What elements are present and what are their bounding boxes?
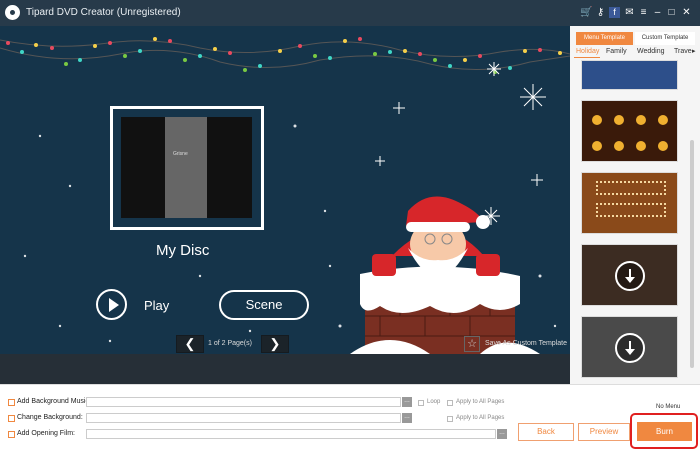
template-thumbnail[interactable]	[581, 60, 678, 90]
apply-all-bg-label: Apply to All Pages	[456, 415, 505, 421]
tab-menu-template[interactable]: Menu Template	[576, 32, 633, 45]
opening-film-field[interactable]	[86, 429, 496, 439]
download-icon	[615, 261, 645, 291]
apply-all-music-checkbox[interactable]	[447, 400, 453, 406]
back-button[interactable]: Back	[518, 423, 574, 441]
no-menu-label[interactable]: No Menu	[656, 404, 680, 410]
play-icon[interactable]	[96, 289, 127, 320]
minimize-icon[interactable]: –	[652, 7, 663, 18]
disc-title[interactable]: My Disc	[156, 242, 209, 259]
page-indicator: 1 of 2 Page(s)	[208, 340, 252, 347]
apply-all-music-label: Apply to All Pages	[456, 399, 505, 405]
menu-preview-canvas: Grisne My Disc Play Scene	[0, 26, 570, 354]
template-thumbnail[interactable]	[581, 100, 678, 162]
category-underline	[574, 57, 600, 58]
category-wedding[interactable]: Wedding	[637, 48, 665, 55]
download-icon	[615, 333, 645, 363]
loop-label: Loop	[427, 399, 441, 405]
app-title: Tipard DVD Creator (Unregistered)	[26, 7, 181, 18]
thumbnail-caption: Grisne	[173, 151, 188, 157]
bg-music-label: Add Background Music:	[17, 398, 91, 405]
change-bg-label: Change Background:	[17, 414, 83, 421]
prev-page-button[interactable]: ❮	[176, 335, 204, 353]
burn-button[interactable]: Burn	[637, 422, 692, 441]
menu-icon[interactable]: ≡	[638, 7, 649, 18]
browse-bg-button[interactable]: …	[402, 413, 412, 423]
santa-chimney-illustration	[350, 196, 540, 354]
disc-thumbnail-frame[interactable]: Grisne	[110, 106, 264, 230]
opening-film-checkbox[interactable]	[8, 431, 15, 438]
change-bg-checkbox[interactable]	[8, 415, 15, 422]
snowflake-icon	[375, 62, 546, 225]
thumbnail-video-frame	[165, 117, 207, 218]
maximize-icon[interactable]: □	[666, 7, 677, 18]
browse-music-button[interactable]: …	[402, 397, 412, 407]
chevron-right-icon[interactable]: ▸	[692, 47, 696, 55]
bg-music-field[interactable]	[86, 397, 401, 407]
app-logo-icon	[5, 5, 20, 20]
tab-custom-template[interactable]: Custom Template	[635, 32, 695, 45]
cart-icon[interactable]: 🛒	[580, 7, 592, 18]
template-scrollbar[interactable]	[690, 140, 694, 368]
main-area: Grisne My Disc Play Scene	[0, 26, 570, 384]
template-thumbnail[interactable]	[581, 172, 678, 234]
page-navigation	[0, 354, 570, 384]
loop-checkbox[interactable]	[418, 400, 424, 406]
category-travel[interactable]: Trave	[674, 48, 692, 55]
browse-film-button[interactable]: …	[497, 429, 507, 439]
title-bar: Tipard DVD Creator (Unregistered) 🛒 ⚷ f …	[0, 0, 700, 26]
facebook-icon[interactable]: f	[609, 7, 620, 18]
preview-button[interactable]: Preview	[578, 423, 630, 441]
bg-music-checkbox[interactable]	[8, 399, 15, 406]
scene-button[interactable]: Scene	[219, 290, 309, 320]
key-icon[interactable]: ⚷	[595, 7, 606, 18]
feedback-icon[interactable]: ✉	[624, 7, 635, 18]
category-holiday[interactable]: Holiday	[576, 48, 599, 55]
template-thumbnail[interactable]	[581, 244, 678, 306]
template-thumbnail[interactable]	[581, 316, 678, 378]
save-custom-template-link[interactable]: Save As Custom Template	[485, 340, 567, 347]
play-label[interactable]: Play	[144, 298, 169, 313]
next-page-button[interactable]: ❯	[261, 335, 289, 353]
category-family[interactable]: Family	[606, 48, 627, 55]
star-icon[interactable]: ☆	[464, 336, 480, 352]
disc-thumbnail: Grisne	[121, 117, 252, 218]
opening-film-label: Add Opening Film:	[17, 430, 75, 437]
apply-all-bg-checkbox[interactable]	[447, 416, 453, 422]
change-bg-field[interactable]	[86, 413, 401, 423]
close-icon[interactable]: ✕	[681, 7, 692, 18]
